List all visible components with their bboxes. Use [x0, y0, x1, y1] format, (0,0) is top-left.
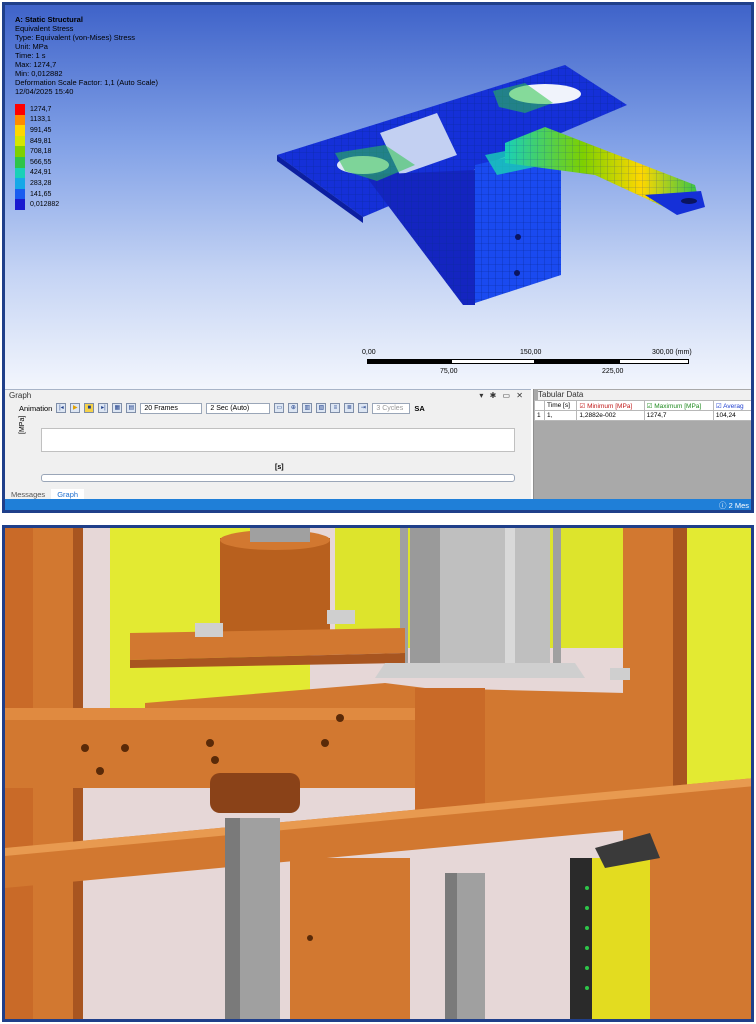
graph-panel: Graph ▾ ✱ ▭ ✕ Animation |◂ ▶ ■ ▸| ▦ ▤ 20…: [5, 389, 531, 500]
minimum-header-label: Minimum [MPa]: [587, 402, 633, 410]
messages-count: 2 Mes: [728, 501, 749, 510]
arm-tip: [645, 191, 705, 215]
table-cell: 1274,7: [643, 410, 714, 421]
step-icon[interactable]: ⇥: [358, 403, 369, 413]
table-header-cell[interactable]: ☑ Maximum [MPa]: [643, 400, 714, 411]
cad-assembly: [5, 528, 751, 1019]
maximum-header-label: Maximum [MPa]: [654, 402, 702, 410]
scale-label-300: 300,00 (mm): [652, 349, 692, 356]
stop-icon[interactable]: ■: [84, 403, 95, 413]
cycles-select[interactable]: 3 Cycles: [372, 402, 411, 414]
chart-icon[interactable]: ▧: [316, 403, 327, 413]
distributed-frames-icon[interactable]: ▦: [112, 403, 123, 413]
status-bar: ⓘ 2 Mes: [5, 499, 751, 510]
bolt-head: [195, 623, 223, 637]
table-header-cell[interactable]: ☑ Minimum [MPa]: [576, 400, 645, 411]
result-frames-icon[interactable]: ▤: [126, 403, 137, 413]
average-header-label: Averag: [723, 402, 744, 410]
table-header-cell: [533, 400, 546, 411]
scale-bar: 0,00 150,00 300,00 (mm) 75,00 225,00: [362, 349, 692, 389]
lower-strut: [210, 773, 300, 813]
bolt-head: [327, 610, 355, 624]
animation-label: Animation: [19, 403, 53, 413]
export-video-icon[interactable]: ▭: [274, 403, 285, 413]
checkbox-icon[interactable]: ☑: [579, 403, 585, 410]
play-icon[interactable]: ▶: [70, 403, 81, 413]
checkbox-icon[interactable]: ☑: [716, 403, 722, 410]
grid-icon[interactable]: ≡: [330, 403, 341, 413]
info-icon: ⓘ: [718, 501, 727, 510]
table-header-cell: Time [s]: [544, 400, 578, 411]
bracket-model[interactable]: [5, 5, 751, 389]
zoom-icon[interactable]: ⊕: [288, 403, 299, 413]
next-frame-icon[interactable]: ▸|: [98, 403, 109, 413]
checkbox-icon[interactable]: ☑: [647, 403, 653, 410]
tabular-panel-title: Tabular Data: [538, 390, 751, 400]
scale-label-75: 75,00: [440, 368, 458, 375]
table-cell: 104,24: [712, 410, 751, 421]
table-cell: 1: [533, 410, 546, 421]
graph-panel-title: Graph: [9, 391, 32, 400]
cad-render-view: [2, 525, 754, 1022]
graph-scrollbar[interactable]: [41, 474, 515, 482]
panel-controls[interactable]: ▾ ✱ ▭ ✕: [479, 391, 525, 400]
scale-label-150: 150,00: [520, 349, 542, 356]
previous-frame-icon[interactable]: |◂: [56, 403, 67, 413]
graph-y-label: [MPa]: [19, 415, 26, 434]
cylinder-base: [375, 663, 585, 678]
table-header-row: Time [s] ☑ Minimum [MPa] ☑ Maximum [MPa]…: [533, 400, 751, 411]
model-viewport[interactable]: A: Static Structural Equivalent Stress T…: [5, 5, 751, 389]
scale-label-225: 225,00: [602, 368, 624, 375]
table-header-cell[interactable]: ☑ Averag: [712, 400, 751, 411]
table-row[interactable]: 1 1, 1,2882e-002 1274,7 104,24: [533, 410, 751, 421]
table-icon[interactable]: ≣: [344, 403, 355, 413]
sa-button[interactable]: SA: [414, 404, 424, 413]
graph-plot-area[interactable]: [41, 428, 515, 452]
legend-icon[interactable]: ▥: [302, 403, 313, 413]
duration-select[interactable]: 2 Sec (Auto): [206, 402, 271, 414]
table-cell: 1,2882e-002: [576, 410, 645, 421]
tabular-data-table: Time [s] ☑ Minimum [MPa] ☑ Maximum [MPa]…: [533, 400, 751, 421]
table-cell: 1,: [544, 410, 578, 421]
tabular-data-panel: Tabular Data Time [s] ☑ Minimum [MPa] ☑ …: [533, 389, 751, 499]
animation-toolbar: Animation |◂ ▶ ■ ▸| ▦ ▤ 20 Frames 2 Sec …: [5, 400, 531, 416]
graph-x-label: [s]: [275, 464, 284, 471]
scale-label-0: 0,00: [362, 349, 376, 356]
bushing: [220, 538, 330, 638]
frames-select[interactable]: 20 Frames: [140, 402, 203, 414]
bolt-head: [610, 668, 630, 680]
messages-indicator[interactable]: ⓘ 2 Mes: [718, 500, 749, 510]
ansys-window: A: Static Structural Equivalent Stress T…: [2, 2, 754, 513]
